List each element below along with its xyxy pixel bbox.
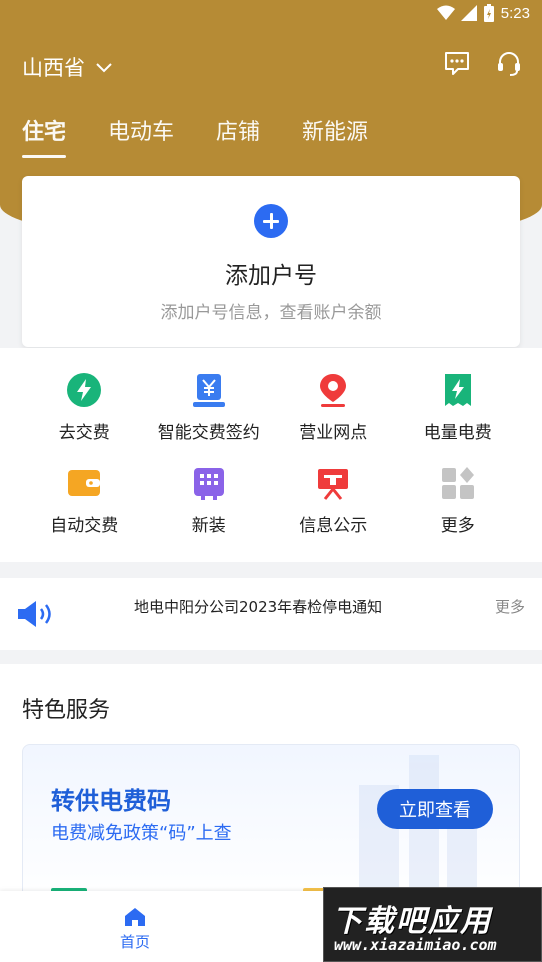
notice-board-icon bbox=[315, 465, 351, 501]
bill-lightning-icon bbox=[440, 372, 476, 408]
service-label: 自动交费 bbox=[50, 516, 119, 536]
province-selector[interactable]: 山西省 bbox=[22, 52, 113, 82]
status-icons: 5:23 bbox=[436, 4, 530, 22]
service-label: 信息公示 bbox=[299, 516, 368, 536]
headset-icon[interactable] bbox=[494, 48, 524, 78]
service-pay[interactable]: 去交费 bbox=[22, 372, 147, 443]
watermark-url: www.xiazaimiao.com bbox=[334, 936, 497, 954]
service-label: 更多 bbox=[440, 516, 475, 536]
services-panel: 去交费 智能交费签约 营业网点 电量电费 自动交费 新装 信息公示 更多 bbox=[0, 348, 542, 562]
category-tabs: 住宅 电动车 店铺 新能源 bbox=[22, 114, 368, 158]
service-info-public[interactable]: 信息公示 bbox=[271, 465, 396, 536]
featured-title: 特色服务 bbox=[22, 698, 111, 723]
nav-home[interactable]: 首页 bbox=[105, 907, 165, 952]
service-label: 新装 bbox=[191, 516, 226, 536]
watermark-logo: 下载吧应用 www.xiazaimiao.com bbox=[323, 887, 542, 962]
service-new-install[interactable]: 新装 bbox=[147, 465, 272, 536]
more-grid-icon bbox=[440, 465, 476, 501]
promo-card[interactable]: 转供电费码 电费减免政策“码”上查 立即查看 bbox=[22, 744, 520, 904]
notice-more-link[interactable]: 更多 bbox=[495, 596, 525, 617]
wallet-icon bbox=[66, 465, 102, 501]
add-account-card[interactable]: 添加户号 添加户号信息，查看账户余额 bbox=[22, 176, 520, 347]
service-smart-sign[interactable]: 智能交费签约 bbox=[147, 372, 272, 443]
lightning-circle-icon bbox=[66, 372, 102, 408]
service-label: 电量电费 bbox=[423, 423, 492, 443]
promo-title: 转供电费码 bbox=[51, 787, 171, 815]
service-label: 营业网点 bbox=[299, 423, 368, 443]
service-label: 去交费 bbox=[58, 423, 110, 443]
wifi-icon bbox=[436, 5, 455, 20]
service-usage-bill[interactable]: 电量电费 bbox=[396, 372, 521, 443]
signal-icon bbox=[460, 5, 477, 21]
speaker-icon bbox=[18, 601, 51, 627]
add-account-title: 添加户号 bbox=[225, 263, 317, 289]
tab-shop[interactable]: 店铺 bbox=[216, 114, 260, 158]
yuan-sign-icon bbox=[191, 372, 227, 408]
tab-electric-vehicle[interactable]: 电动车 bbox=[108, 114, 174, 158]
status-bar: 5:23 bbox=[0, 0, 542, 30]
notice-bar[interactable]: 地电中阳分公司2023年春检停电通知 更多 bbox=[0, 578, 542, 650]
message-icon[interactable] bbox=[442, 48, 472, 78]
add-account-subtitle: 添加户号信息，查看账户余额 bbox=[160, 303, 382, 323]
nav-home-label: 首页 bbox=[119, 933, 150, 951]
meter-grid-icon bbox=[191, 465, 227, 501]
service-label: 智能交费签约 bbox=[157, 423, 260, 443]
location-pin-icon bbox=[315, 372, 351, 408]
battery-icon bbox=[483, 4, 494, 22]
view-now-button[interactable]: 立即查看 bbox=[377, 789, 493, 829]
province-label: 山西省 bbox=[22, 56, 85, 80]
notice-text[interactable]: 地电中阳分公司2023年春检停电通知 bbox=[134, 596, 382, 617]
service-outlets[interactable]: 营业网点 bbox=[271, 372, 396, 443]
service-more[interactable]: 更多 bbox=[396, 465, 521, 536]
home-icon bbox=[125, 908, 145, 926]
tab-new-energy[interactable]: 新能源 bbox=[302, 114, 368, 158]
status-time: 5:23 bbox=[500, 4, 530, 22]
tab-residence[interactable]: 住宅 bbox=[22, 114, 67, 158]
watermark-title: 下载吧应用 bbox=[332, 904, 492, 939]
services-grid: 去交费 智能交费签约 营业网点 电量电费 自动交费 新装 信息公示 更多 bbox=[22, 372, 520, 536]
promo-subtitle: 电费减免政策“码”上查 bbox=[51, 823, 232, 844]
service-auto-pay[interactable]: 自动交费 bbox=[22, 465, 147, 536]
header-actions bbox=[442, 48, 524, 78]
add-circle-icon[interactable] bbox=[254, 204, 288, 238]
chevron-down-icon bbox=[96, 63, 112, 73]
